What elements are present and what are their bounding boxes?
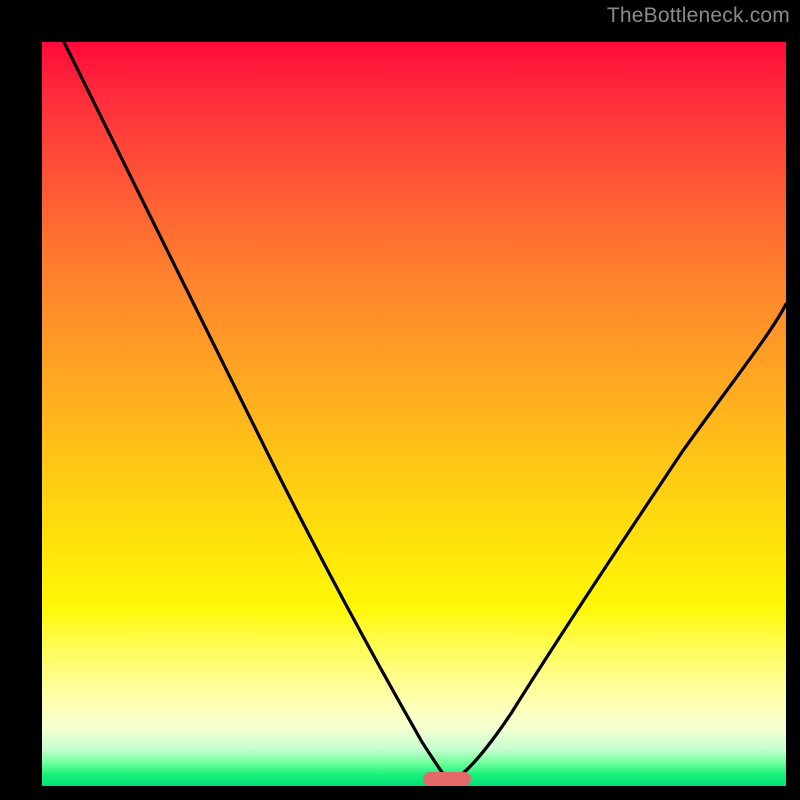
chart-frame <box>14 14 786 786</box>
watermark-text: TheBottleneck.com <box>607 4 790 28</box>
plot-area <box>42 42 786 786</box>
optimal-point-marker <box>423 772 471 786</box>
bottleneck-curve <box>42 42 786 786</box>
curve-right-branch <box>450 304 786 782</box>
curve-left-branch <box>64 42 450 782</box>
